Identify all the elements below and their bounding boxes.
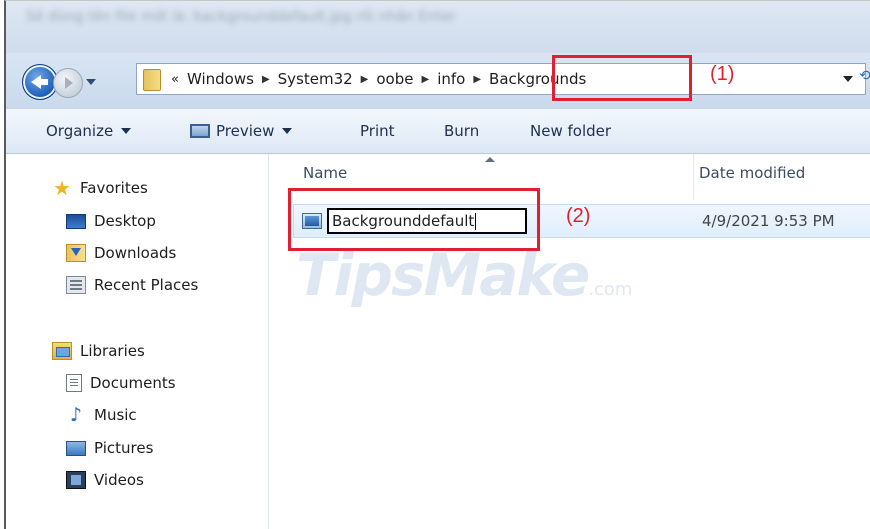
breadcrumb-item-system32[interactable]: System32 bbox=[278, 70, 353, 88]
sidebar-item-desktop[interactable]: Desktop bbox=[66, 210, 156, 232]
print-label: Print bbox=[360, 122, 395, 140]
address-dropdown-icon[interactable] bbox=[843, 76, 853, 82]
column-divider[interactable] bbox=[693, 154, 694, 200]
breadcrumb-item-info[interactable]: info bbox=[437, 70, 465, 88]
sidebar-item-label: Libraries bbox=[80, 342, 145, 360]
burn-label: Burn bbox=[444, 122, 480, 140]
sidebar-item-label: Music bbox=[94, 406, 137, 424]
sidebar-item-favorites[interactable]: ★ Favorites bbox=[52, 177, 148, 199]
breadcrumb-overflow[interactable]: « bbox=[171, 72, 179, 87]
organize-label: Organize bbox=[46, 122, 114, 140]
burn-button[interactable]: Burn bbox=[444, 109, 479, 153]
sidebar-item-documents[interactable]: Documents bbox=[66, 372, 176, 394]
breadcrumb-item-oobe[interactable]: oobe bbox=[376, 70, 413, 88]
navigation-bar: « Windows ▶ System32 ▶ oobe ▶ info ▶ Bac… bbox=[6, 53, 870, 109]
recent-places-icon bbox=[66, 276, 86, 294]
column-header-date-modified[interactable]: Date modified bbox=[699, 164, 805, 182]
sidebar-item-label: Recent Places bbox=[94, 276, 199, 294]
recent-pages-dropdown-icon[interactable] bbox=[86, 79, 96, 85]
column-header-name[interactable]: Name bbox=[303, 164, 347, 182]
sidebar-item-recent-places[interactable]: Recent Places bbox=[66, 274, 198, 296]
file-date-modified: 4/9/2021 9:53 PM bbox=[702, 212, 835, 230]
sidebar-item-music[interactable]: ♪ Music bbox=[66, 404, 137, 426]
preview-icon bbox=[190, 124, 210, 138]
downloads-icon bbox=[66, 244, 86, 262]
sidebar-item-libraries[interactable]: Libraries bbox=[52, 340, 145, 362]
chevron-right-icon[interactable]: ▶ bbox=[473, 74, 481, 85]
documents-icon bbox=[66, 374, 82, 392]
annotation-box-1 bbox=[552, 55, 692, 101]
annotation-label-2: (2) bbox=[566, 205, 591, 227]
libraries-icon bbox=[52, 342, 72, 360]
chevron-down-icon bbox=[282, 128, 293, 134]
breadcrumb-item-windows[interactable]: Windows bbox=[187, 70, 254, 88]
sidebar-item-label: Documents bbox=[90, 374, 176, 392]
command-bar: Organize Preview Print Burn New folder bbox=[6, 109, 870, 154]
watermark-suffix: .com bbox=[588, 279, 633, 300]
sidebar-item-label: Pictures bbox=[94, 439, 154, 457]
address-bar[interactable]: « Windows ▶ System32 ▶ oobe ▶ info ▶ Bac… bbox=[136, 63, 870, 95]
sidebar-item-label: Desktop bbox=[94, 212, 156, 230]
sidebar-item-label: Downloads bbox=[94, 244, 177, 262]
breadcrumb: « Windows ▶ System32 ▶ oobe ▶ info ▶ Bac… bbox=[171, 64, 586, 94]
new-folder-button[interactable]: New folder bbox=[530, 109, 611, 153]
navigation-pane: ★ Favorites Desktop Downloads Recent Pla… bbox=[6, 154, 269, 529]
chevron-right-icon[interactable]: ▶ bbox=[262, 74, 270, 85]
preview-label: Preview bbox=[216, 122, 275, 140]
print-button[interactable]: Print bbox=[360, 109, 395, 153]
annotation-box-2 bbox=[288, 188, 540, 251]
watermark-text: TipsMake bbox=[296, 241, 590, 309]
sidebar-item-label: Favorites bbox=[80, 179, 148, 197]
forward-button[interactable] bbox=[53, 68, 83, 98]
sort-ascending-icon bbox=[485, 157, 495, 162]
refresh-icon[interactable]: ⟲ bbox=[859, 68, 870, 84]
chevron-right-icon[interactable]: ▶ bbox=[421, 74, 429, 85]
videos-icon bbox=[66, 471, 86, 489]
chevron-down-icon bbox=[121, 128, 132, 134]
sidebar-item-downloads[interactable]: Downloads bbox=[66, 242, 176, 264]
music-icon: ♪ bbox=[69, 404, 83, 426]
new-folder-label: New folder bbox=[530, 122, 612, 140]
folder-icon bbox=[143, 69, 161, 91]
watermark-logo: TipsMake.com bbox=[296, 241, 632, 309]
sidebar-item-label: Videos bbox=[94, 471, 144, 489]
sidebar-item-videos[interactable]: Videos bbox=[66, 469, 144, 491]
desktop-icon bbox=[66, 213, 86, 229]
explorer-window: Sẽ dùng tên file mới là: backgrounddefau… bbox=[4, 0, 870, 529]
annotation-label-1: (1) bbox=[710, 63, 735, 85]
title-bar: Sẽ dùng tên file mới là: backgrounddefau… bbox=[6, 1, 870, 53]
sidebar-item-pictures[interactable]: Pictures bbox=[66, 437, 153, 459]
preview-button[interactable]: Preview bbox=[190, 109, 293, 153]
chevron-right-icon[interactable]: ▶ bbox=[361, 74, 369, 85]
window-title: Sẽ dùng tên file mới là: backgrounddefau… bbox=[26, 9, 456, 25]
pictures-icon bbox=[66, 440, 86, 456]
organize-button[interactable]: Organize bbox=[46, 109, 132, 153]
star-icon: ★ bbox=[53, 176, 71, 200]
